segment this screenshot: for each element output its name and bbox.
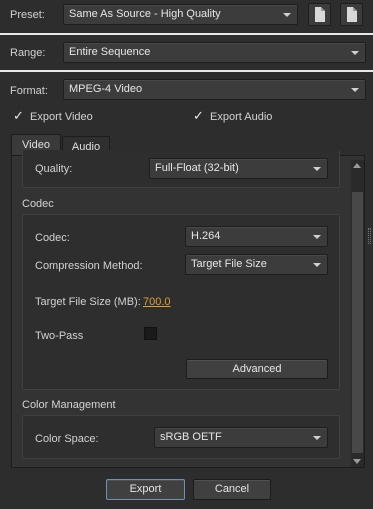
scroll-down-icon[interactable] [353,459,361,464]
format-label: Format: [10,85,48,97]
compression-method-value: Target File Size [191,258,267,270]
target-file-size-value[interactable]: 700.0 [143,295,171,309]
resize-grip[interactable] [368,228,371,244]
chevron-down-icon [351,88,359,92]
format-dropdown[interactable]: MPEG-4 Video [63,79,366,100]
export-audio-label: Export Audio [210,111,273,123]
document-icon [347,7,357,22]
codec-value: H.264 [191,230,221,242]
color-management-title: Color Management [22,399,116,411]
chevron-down-icon [313,167,321,171]
color-space-value: sRGB OETF [160,431,222,443]
color-space-label: Color Space: [35,433,99,445]
scrollbar-thumb[interactable] [352,192,363,453]
preset-label: Preset: [10,9,45,21]
target-file-size-label: Target File Size (MB): [35,296,141,308]
preset-dropdown[interactable]: Same As Source - High Quality [63,4,298,25]
export-button[interactable]: Export [106,479,185,500]
scroll-up-icon[interactable] [353,163,361,168]
range-dropdown[interactable]: Entire Sequence [63,42,366,63]
quality-label: Quality: [35,163,73,175]
export-audio-checkbox[interactable]: ✓ [193,109,204,123]
compression-method-dropdown[interactable]: Target File Size [185,254,328,275]
preset-value: Same As Source - High Quality [69,8,221,20]
delete-preset-button[interactable] [340,3,363,26]
chevron-down-icon [283,13,291,17]
codec-dropdown[interactable]: H.264 [185,226,328,247]
cancel-button[interactable]: Cancel [193,479,271,500]
compression-method-label: Compression Method: [35,260,143,272]
advanced-button[interactable]: Advanced [186,359,328,379]
divider [0,70,373,72]
codec-section-title: Codec [22,198,54,210]
codec-label: Codec: [35,232,70,244]
chevron-down-icon [313,235,321,239]
color-space-dropdown[interactable]: sRGB OETF [154,427,328,448]
two-pass-label: Two-Pass [35,330,84,342]
two-pass-checkbox[interactable] [144,327,157,340]
range-value: Entire Sequence [69,46,151,58]
chevron-down-icon [313,263,321,267]
quality-value: Full-Float (32-bit) [155,162,239,174]
quality-dropdown[interactable]: Full-Float (32-bit) [149,158,328,179]
chevron-down-icon [313,436,321,440]
range-label: Range: [10,47,46,59]
document-icon [315,7,325,22]
format-value: MPEG-4 Video [69,83,143,95]
save-preset-button[interactable] [308,3,331,26]
export-video-checkbox[interactable]: ✓ [13,109,24,123]
export-video-label: Export Video [30,111,93,123]
divider [0,33,373,35]
chevron-down-icon [351,51,359,55]
